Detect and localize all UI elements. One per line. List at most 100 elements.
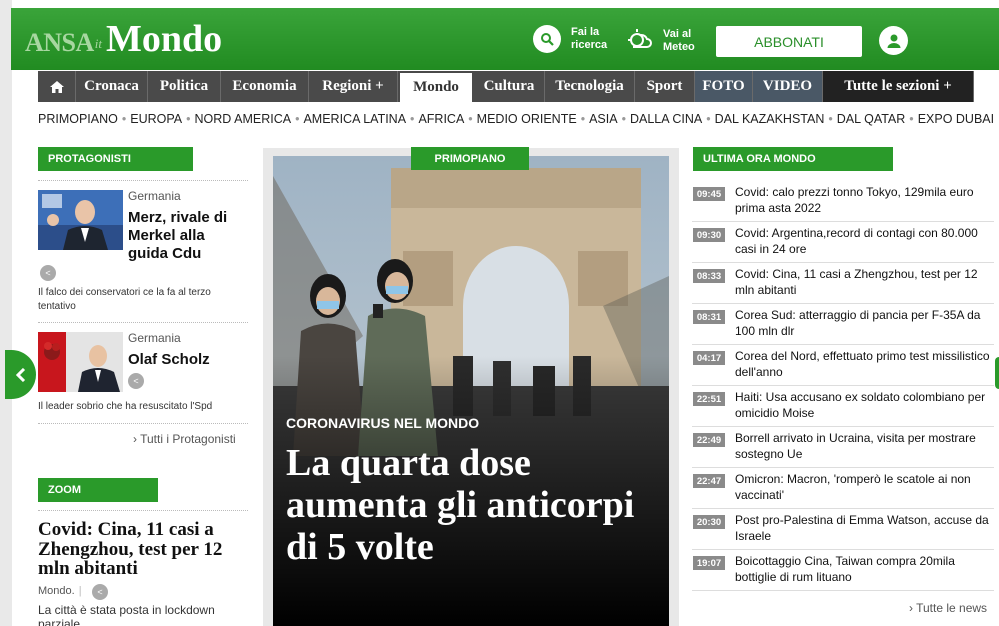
subnav-nord-america[interactable]: NORD AMERICA <box>195 112 292 126</box>
nav-item-cronaca[interactable]: Cronaca <box>76 71 148 102</box>
logo-ansa: ANSA <box>25 28 94 57</box>
protagonist-name-line-3[interactable]: guida Cdu <box>128 245 201 263</box>
zoom-source-label: Mondo. <box>38 585 75 597</box>
protagonist-description: Il falco dei conservatori ce la fa al te… <box>38 287 211 312</box>
user-icon[interactable] <box>879 26 908 55</box>
carousel-next-button[interactable] <box>995 357 999 389</box>
carousel-prev-button[interactable] <box>5 350 36 399</box>
news-item[interactable]: 22:47 Omicron: Macron, 'romperò le scato… <box>692 468 994 509</box>
protagonist-category: Germania <box>128 189 181 203</box>
news-item[interactable]: 19:07 Boicottaggio Cina, Taiwan compra 2… <box>692 550 994 591</box>
subnav-africa[interactable]: AFRICA <box>418 112 464 126</box>
news-item[interactable]: 08:33 Covid: Cina, 11 casi a Zhengzhou, … <box>692 263 994 304</box>
site-header: ANSA it Mondo Fai la ricerca Vai al Mete… <box>11 8 999 70</box>
site-logo[interactable]: ANSA it Mondo <box>25 20 222 58</box>
all-news-link[interactable]: › Tutte le news <box>909 601 987 615</box>
news-time: 08:31 <box>693 310 725 324</box>
nav-item-tutte-sezioni[interactable]: Tutte le sezioni + <box>823 71 974 102</box>
subnav-asia[interactable]: ASIA <box>589 112 618 126</box>
protagonist-name-line-2[interactable]: Merkel alla <box>128 227 205 245</box>
search-icon <box>533 25 561 53</box>
page-left-stripe <box>0 0 12 626</box>
subnav-primopiano[interactable]: PRIMOPIANO <box>38 112 118 126</box>
nav-item-video[interactable]: VIDEO <box>753 71 823 102</box>
news-time: 08:33 <box>693 269 725 283</box>
protagonisti-tag: PROTAGONISTI <box>38 147 193 171</box>
news-headline[interactable]: Haiti: Usa accusano ex soldato colombian… <box>735 390 993 421</box>
hero-headline[interactable]: La quarta dose aumenta gli anticorpi di … <box>286 442 656 568</box>
news-item[interactable]: 08:31 Corea Sud: atterraggio di pancia p… <box>692 304 994 345</box>
protagonist-photo-merz[interactable] <box>38 190 123 250</box>
news-time: 22:49 <box>693 433 725 447</box>
protagonist-card[interactable]: Germania Olaf Scholz < Il leader sobrio … <box>38 331 248 416</box>
ultima-ora-tag: ULTIMA ORA MONDO <box>693 147 893 171</box>
search-label-1: Fai la <box>571 26 600 38</box>
nav-item-cultura[interactable]: Cultura <box>474 71 545 102</box>
news-time: 09:45 <box>693 187 725 201</box>
section-title: Mondo <box>106 18 223 60</box>
share-icon[interactable]: < <box>92 584 108 600</box>
news-item[interactable]: 04:17 Corea del Nord, effettuato primo t… <box>692 345 994 386</box>
hero-section-tag[interactable]: PRIMOPIANO <box>411 147 529 170</box>
news-headline[interactable]: Omicron: Macron, 'romperò le scatole ai … <box>735 472 993 503</box>
news-headline[interactable]: Corea Sud: atterraggio di pancia per F-3… <box>735 308 993 339</box>
nav-item-sport[interactable]: Sport <box>635 71 695 102</box>
nav-item-economia[interactable]: Economia <box>221 71 309 102</box>
protagonist-card[interactable]: Germania Merz, rivale di Merkel alla gui… <box>38 189 248 314</box>
subnav-dal-qatar[interactable]: DAL QATAR <box>837 112 906 126</box>
news-headline[interactable]: Covid: Cina, 11 casi a Zhengzhou, test p… <box>735 267 993 298</box>
news-item[interactable]: 22:49 Borrell arrivato in Ucraina, visit… <box>692 427 994 468</box>
news-time: 19:07 <box>693 556 725 570</box>
news-item[interactable]: 09:45 Covid: calo prezzi tonno Tokyo, 12… <box>692 181 994 222</box>
zoom-headline[interactable]: Covid: Cina, 11 casi a Zhengzhou, test p… <box>38 520 253 579</box>
home-icon[interactable] <box>38 71 76 102</box>
news-headline[interactable]: Boicottaggio Cina, Taiwan compra 20mila … <box>735 554 993 585</box>
all-protagonists-link[interactable]: › Tutti i Protagonisti <box>133 432 236 446</box>
subnav-dalla-cina[interactable]: DALLA CINA <box>630 112 702 126</box>
nav-item-mondo[interactable]: Mondo <box>398 71 474 102</box>
zoom-description: La città è stata posta in lockdown parzi… <box>38 603 215 626</box>
subnav-medio-oriente[interactable]: MEDIO ORIENTE <box>477 112 577 126</box>
subnav-america-latina[interactable]: AMERICA LATINA <box>303 112 406 126</box>
search-button[interactable]: Fai la ricerca <box>533 25 607 53</box>
sub-nav: PRIMOPIANO • EUROPA • NORD AMERICA • AMERIC… <box>38 112 995 126</box>
news-time: 04:17 <box>693 351 725 365</box>
news-headline[interactable]: Covid: Argentina,record di contagi con 8… <box>735 226 993 257</box>
news-headline[interactable]: Covid: calo prezzi tonno Tokyo, 129mila … <box>735 185 993 216</box>
news-headline[interactable]: Corea del Nord, effettuato primo test mi… <box>735 349 993 380</box>
logo-it: it <box>94 36 103 51</box>
search-label-2: ricerca <box>571 39 608 51</box>
divider <box>38 322 248 323</box>
all-news-label: Tutte le news <box>916 601 988 615</box>
subnav-expo-dubai[interactable]: EXPO DUBAI <box>918 112 994 126</box>
news-headline[interactable]: Post pro-Palestina di Emma Watson, accus… <box>735 513 993 544</box>
nav-item-foto[interactable]: FOTO <box>695 71 753 102</box>
share-icon[interactable]: < <box>128 373 144 389</box>
divider <box>38 423 248 424</box>
protagonist-name-line-1[interactable]: Merz, rivale di <box>128 209 227 227</box>
zoom-tag: ZOOM <box>38 478 158 502</box>
news-headline[interactable]: Borrell arrivato in Ucraina, visita per … <box>735 431 993 462</box>
nav-item-tecnologia[interactable]: Tecnologia <box>545 71 635 102</box>
subscribe-button[interactable]: ABBONATI <box>716 26 862 57</box>
protagonist-photo-scholz[interactable] <box>38 332 123 392</box>
weather-icon <box>625 25 653 57</box>
subnav-europa[interactable]: EUROPA <box>130 112 182 126</box>
news-time: 09:30 <box>693 228 725 242</box>
meteo-label-1: Vai al <box>663 28 692 40</box>
news-time: 20:30 <box>693 515 725 529</box>
protagonist-category: Germania <box>128 331 181 345</box>
protagonist-description: Il leader sobrio che ha resuscitato l'Sp… <box>38 401 213 412</box>
news-item[interactable]: 09:30 Covid: Argentina,record di contagi… <box>692 222 994 263</box>
main-nav: Cronaca Politica Economia Regioni + Mond… <box>38 71 994 102</box>
nav-item-regioni[interactable]: Regioni + <box>309 71 398 102</box>
news-time: 22:51 <box>693 392 725 406</box>
protagonist-name-line-1[interactable]: Olaf Scholz <box>128 351 210 369</box>
news-item[interactable]: 22:51 Haiti: Usa accusano ex soldato col… <box>692 386 994 427</box>
subnav-dal-kazakhstan[interactable]: DAL KAZAKHSTAN <box>715 112 825 126</box>
share-icon[interactable]: < <box>40 265 56 281</box>
meteo-button[interactable]: Vai al Meteo <box>625 25 695 57</box>
hero-kicker[interactable]: CORONAVIRUS NEL MONDO <box>286 415 479 431</box>
news-item[interactable]: 20:30 Post pro-Palestina di Emma Watson,… <box>692 509 994 550</box>
nav-item-politica[interactable]: Politica <box>148 71 221 102</box>
